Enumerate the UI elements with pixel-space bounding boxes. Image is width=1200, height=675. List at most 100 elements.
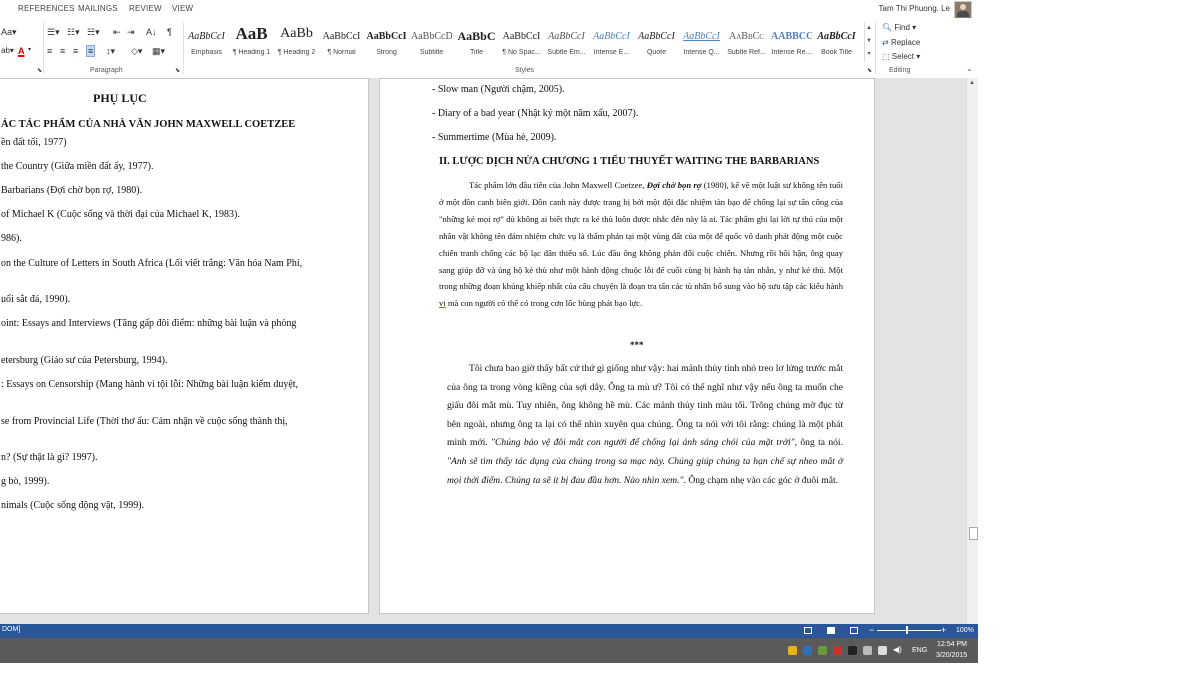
works-heading: ÁC TÁC PHẨM CỦA NHÀ VĂN JOHN MAXWELL COE… — [1, 119, 296, 130]
gallery-more-icon[interactable]: ▾ — [865, 48, 873, 61]
ribbon-tabs: REFERENCES MAILINGS REVIEW VIEW Tam Thi … — [0, 0, 978, 19]
editing-group-label: Editing — [889, 67, 911, 74]
zoom-out-button[interactable]: − — [869, 625, 874, 635]
gallery-up-icon[interactable]: ▲ — [865, 22, 873, 35]
app-icon[interactable] — [848, 646, 857, 655]
list-item: Barbarians (Đợi chờ bọn rợ, 1980). — [1, 185, 143, 196]
read-mode-icon[interactable] — [804, 627, 812, 634]
zoom-slider-thumb[interactable] — [906, 626, 908, 634]
font-color-icon[interactable]: A — [18, 46, 25, 56]
paragraph-dialog-launcher-icon[interactable]: ⬊ — [175, 67, 180, 74]
app-icon[interactable] — [818, 646, 827, 655]
font-dialog-launcher-icon[interactable]: ⬊ — [37, 67, 42, 74]
style-no-spacing[interactable]: AaBbCcI ¶ No Spac... — [501, 22, 542, 62]
antivirus-icon[interactable] — [833, 646, 842, 655]
user-name[interactable]: Tam Thi Phuong. Le — [879, 4, 950, 13]
volume-icon[interactable]: ◀) — [893, 645, 902, 654]
style-intense-quote[interactable]: AaBbCcI Intense Q... — [681, 22, 722, 62]
list-item: oint: Essays and Interviews (Tăng gấp đô… — [1, 318, 297, 329]
appendix-title: PHỤ LỤC — [93, 91, 147, 105]
app-icon[interactable] — [863, 646, 872, 655]
borders-icon[interactable]: ▦▾ — [152, 46, 165, 57]
numbering-icon[interactable]: ☷▾ — [67, 27, 80, 38]
list-item: ền đất tối, 1977) — [1, 137, 67, 148]
status-language[interactable]: DOM] — [2, 626, 20, 633]
page-right[interactable]: - Slow man (Người chậm, 2005). - Diary o… — [379, 78, 875, 614]
replace-icon: ⇄ — [882, 38, 889, 47]
find-icon: 🔍︎ — [882, 23, 893, 32]
style-heading-2[interactable]: AaBb ¶ Heading 2 — [276, 22, 317, 62]
list-item: etersburg (Giáo sư của Petersburg, 1994)… — [1, 355, 168, 366]
style-normal[interactable]: AaBbCcI ¶ Normal — [321, 22, 362, 62]
sort-icon[interactable]: A↓ — [146, 27, 157, 37]
decrease-indent-icon[interactable]: ⇤ — [113, 27, 121, 38]
zoom-slider[interactable] — [877, 630, 941, 631]
justify-icon[interactable]: ≡ — [86, 45, 96, 57]
document-area[interactable]: PHỤ LỤC ÁC TÁC PHẨM CỦA NHÀ VĂN JOHN MAX… — [0, 78, 966, 624]
list-item: of Michael K (Cuộc sống và thời đại của … — [1, 209, 240, 220]
style-subtle-emphasis[interactable]: AaBbCcI Subtle Em... — [546, 22, 587, 62]
style-book-title[interactable]: AaBbCcI Book Title — [816, 22, 857, 62]
scroll-thumb[interactable] — [969, 527, 978, 540]
align-right-icon[interactable]: ≡ — [73, 46, 78, 56]
list-item: - Slow man (Người chậm, 2005). — [432, 84, 565, 95]
tab-mailings[interactable]: MAILINGS — [78, 4, 118, 13]
app-icon[interactable] — [803, 646, 812, 655]
section-divider: *** — [630, 340, 644, 350]
find-button[interactable]: 🔍︎ Find ▾ — [882, 23, 916, 32]
book-title-emphasis: Đợi chờ bọn rợ — [646, 180, 702, 190]
change-case-icon[interactable]: Aa▾ — [1, 27, 17, 38]
style-subtitle[interactable]: AaBbCcD Subtitle — [411, 22, 452, 62]
print-layout-icon[interactable] — [827, 627, 835, 634]
list-item: g bò, 1999). — [1, 476, 50, 487]
show-formatting-icon[interactable]: ¶ — [167, 27, 172, 37]
status-bar: DOM] − + 100% — [0, 624, 978, 638]
style-intense-emphasis[interactable]: AaBbCcI Intense E... — [591, 22, 632, 62]
shading-icon[interactable]: ◇▾ — [131, 46, 142, 57]
style-strong[interactable]: AaBbCcI Strong — [366, 22, 407, 62]
style-emphasis[interactable]: AaBbCcI Emphasis — [186, 22, 227, 62]
zoom-in-button[interactable]: + — [941, 625, 946, 635]
vertical-scrollbar[interactable]: ▲ — [966, 78, 978, 624]
web-layout-icon[interactable] — [850, 627, 858, 634]
select-button[interactable]: ⬚ Select ▾ — [882, 52, 920, 61]
avatar[interactable] — [954, 1, 972, 19]
clock-time[interactable]: 12:54 PM — [937, 641, 967, 648]
tab-view[interactable]: VIEW — [172, 4, 193, 13]
list-item: uổi sắt đá, 1990). — [1, 294, 71, 305]
paragraph-summary: Tác phẩm lớn đầu tiên của John Maxwell C… — [439, 180, 843, 309]
list-item: - Diary of a bad year (Nhật ký một năm x… — [432, 108, 639, 119]
list-item: se from Provincial Life (Thời thơ ấu: Cả… — [1, 416, 288, 427]
multilevel-list-icon[interactable]: ☵▾ — [87, 27, 100, 38]
list-item: on the Culture of Letters in South Afric… — [1, 258, 303, 269]
bullets-icon[interactable]: ☰▾ — [47, 27, 60, 38]
align-left-icon[interactable]: ≡ — [47, 46, 52, 56]
gallery-down-icon[interactable]: ▼ — [865, 35, 873, 48]
input-language[interactable]: ENG — [912, 647, 927, 654]
network-icon[interactable] — [878, 646, 887, 655]
list-item: : Essays on Censorship (Mang hành vi tội… — [1, 379, 299, 390]
replace-button[interactable]: ⇄ Replace — [882, 38, 920, 47]
chrome-icon[interactable] — [788, 646, 797, 655]
styles-gallery-scroll[interactable]: ▲ ▼ ▾ — [864, 22, 873, 62]
styles-dialog-launcher-icon[interactable]: ⬊ — [867, 67, 872, 74]
select-icon: ⬚ — [882, 52, 890, 61]
styles-gallery: AaBbCcI Emphasis AaB ¶ Heading 1 AaBb ¶ Hea… — [186, 22, 862, 62]
zoom-level[interactable]: 100% — [956, 627, 974, 634]
style-subtle-reference[interactable]: AaBbCc Subtle Ref... — [726, 22, 767, 62]
style-heading-1[interactable]: AaB ¶ Heading 1 — [231, 22, 272, 62]
tab-references[interactable]: REFERENCES — [18, 4, 75, 13]
align-center-icon[interactable]: ≡ — [60, 46, 65, 56]
scroll-up-icon[interactable]: ▲ — [969, 80, 975, 86]
style-intense-reference[interactable]: AABBCC Intense Re... — [771, 22, 812, 62]
style-title[interactable]: AaBbC Title — [456, 22, 497, 62]
page-left[interactable]: PHỤ LỤC ÁC TÁC PHẨM CỦA NHÀ VĂN JOHN MAX… — [0, 78, 369, 614]
clock-date[interactable]: 3/20/2015 — [936, 652, 967, 659]
line-spacing-icon[interactable]: ↕▾ — [106, 46, 115, 57]
style-quote[interactable]: AaBbCcI Quote — [636, 22, 677, 62]
text-effects-icon[interactable]: ab▾ — [1, 46, 14, 55]
font-color-dropdown-icon[interactable]: ▾ — [28, 46, 31, 53]
collapse-ribbon-icon[interactable]: ⌃ — [966, 68, 973, 77]
tab-review[interactable]: REVIEW — [129, 4, 162, 13]
increase-indent-icon[interactable]: ⇥ — [127, 27, 135, 38]
